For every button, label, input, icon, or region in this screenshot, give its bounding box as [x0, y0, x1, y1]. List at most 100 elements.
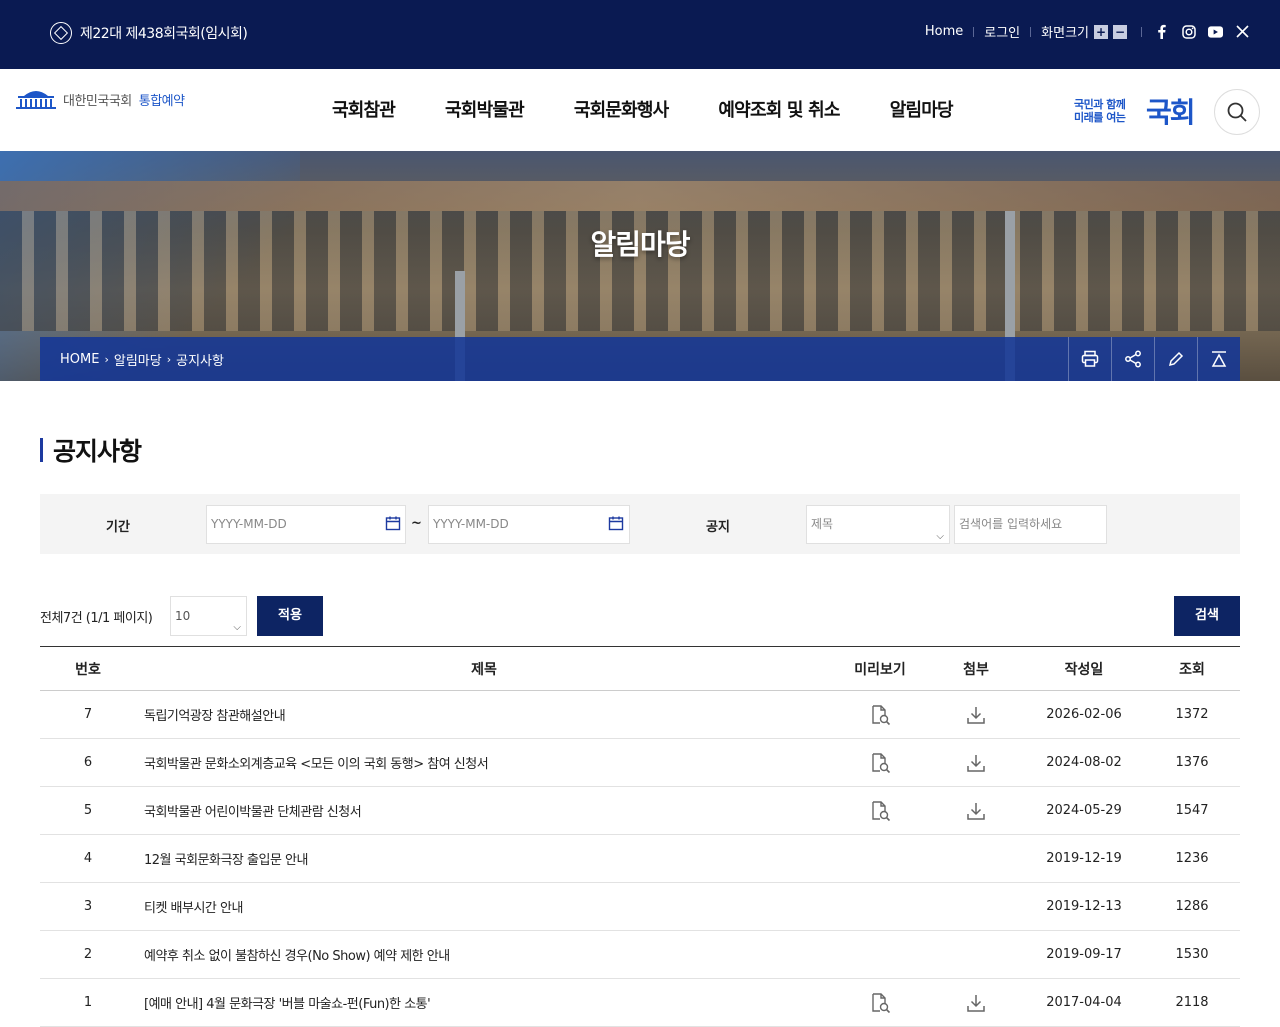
- preview-icon[interactable]: [869, 800, 891, 822]
- row-title-link[interactable]: 국회박물관 어린이박물관 단체관람 신청서: [136, 786, 832, 835]
- header-date: 작성일: [1024, 646, 1144, 691]
- row-number: 7: [40, 690, 136, 739]
- row-attachment-cell: [928, 882, 1024, 931]
- logo-subtext: 통합예약: [138, 93, 185, 109]
- page-size-value: 10: [175, 609, 191, 623]
- row-views: 1286: [1144, 882, 1240, 931]
- header-title: 제목: [136, 646, 832, 691]
- row-number: 3: [40, 882, 136, 931]
- breadcrumb-notice-board[interactable]: 알림마당: [114, 350, 162, 369]
- zoom-out-button[interactable]: −: [1113, 24, 1127, 39]
- page-size-select[interactable]: 10 ⌵: [170, 596, 247, 636]
- row-preview-cell: [832, 930, 928, 979]
- utility-links: Home 로그인 화면크기 + −: [915, 22, 1250, 41]
- print-button[interactable]: [1068, 337, 1111, 381]
- row-title-link[interactable]: 독립기억광장 참관해설안내: [136, 690, 832, 739]
- global-nav: 국회참관 국회박물관 국회문화행사 예약조회 및 취소 알림마당: [308, 96, 1003, 122]
- search-type-select[interactable]: 제목 ⌵: [806, 505, 950, 544]
- end-date-input[interactable]: YYYY-MM-DD: [428, 505, 630, 544]
- table-header-row: 번호 제목 미리보기 첨부 작성일 조회: [40, 646, 1240, 691]
- logo-text: 대한민국국회: [63, 93, 132, 109]
- youtube-icon[interactable]: [1208, 24, 1223, 39]
- facebook-icon[interactable]: [1154, 24, 1169, 39]
- zoom-in-button[interactable]: +: [1094, 24, 1108, 39]
- preview-icon[interactable]: [869, 752, 891, 774]
- row-attachment-cell: [928, 930, 1024, 979]
- edit-button[interactable]: [1154, 337, 1197, 381]
- row-title-link[interactable]: 12월 국회문화극장 출입문 안내: [136, 834, 832, 883]
- download-icon[interactable]: [965, 992, 987, 1014]
- row-number: 5: [40, 786, 136, 835]
- nav-item-tour[interactable]: 국회참관: [332, 96, 396, 122]
- hero-roof: [0, 181, 1280, 211]
- search-submit-button[interactable]: 검색: [1174, 596, 1240, 636]
- row-title-link[interactable]: 국회박물관 문화소외계층교육 <모든 이의 국회 동행> 참여 신청서: [136, 738, 832, 787]
- nav-item-museum[interactable]: 국회박물관: [445, 96, 525, 122]
- row-number: 4: [40, 834, 136, 883]
- row-date: 2026-02-06: [1024, 690, 1144, 739]
- calendar-icon[interactable]: [608, 515, 624, 531]
- chevron-right-icon: ›: [104, 353, 109, 366]
- row-preview-cell: [832, 834, 928, 883]
- preview-icon[interactable]: [869, 992, 891, 1014]
- table-row: 5 국회박물관 어린이박물관 단체관람 신청서 2024-05-29 1547: [40, 786, 1240, 835]
- breadcrumb-bar: HOME › 알림마당 › 공지사항: [40, 337, 1240, 381]
- chevron-down-icon: ⌵: [936, 531, 944, 542]
- row-preview-cell: [832, 738, 928, 787]
- period-label: 기간: [106, 520, 130, 535]
- top-utility-bar: 제22대 제438회국회(임시회) Home 로그인 화면크기 + −: [0, 0, 1280, 69]
- home-link[interactable]: Home: [915, 24, 973, 39]
- font-size-label: 화면크기: [1041, 26, 1089, 41]
- download-icon[interactable]: [965, 704, 987, 726]
- row-date: 2017-04-04: [1024, 978, 1144, 1027]
- assembly-emblem-icon: [50, 22, 72, 44]
- nav-item-culture-events[interactable]: 국회문화행사: [574, 96, 669, 122]
- table-row: 1 [예매 안내] 4월 문화극장 '버블 마술쇼-펀(Fun)한 소통' 20…: [40, 978, 1240, 1027]
- breadcrumb-home[interactable]: HOME: [60, 352, 99, 367]
- page-tools: [1068, 337, 1240, 381]
- instagram-icon[interactable]: [1181, 24, 1196, 39]
- row-attachment-cell: [928, 786, 1024, 835]
- share-button[interactable]: [1111, 337, 1154, 381]
- assembly-building-icon: [16, 91, 56, 109]
- row-attachment-cell: [928, 978, 1024, 1027]
- nav-item-reservation-lookup[interactable]: 예약조회 및 취소: [718, 96, 840, 122]
- row-date: 2019-12-19: [1024, 834, 1144, 883]
- calendar-icon[interactable]: [385, 515, 401, 531]
- row-attachment-cell: [928, 690, 1024, 739]
- nav-item-notice-board[interactable]: 알림마당: [890, 96, 954, 122]
- row-title-link[interactable]: 티켓 배부시간 안내: [136, 882, 832, 931]
- download-icon[interactable]: [965, 800, 987, 822]
- header-attachment: 첨부: [928, 646, 1024, 691]
- row-title-link[interactable]: [예매 안내] 4월 문화극장 '버블 마술쇼-펀(Fun)한 소통': [136, 978, 832, 1027]
- slogan-line-1: 국민과 함께: [1074, 98, 1126, 111]
- page-title-text: 공지사항: [53, 437, 142, 466]
- search-button[interactable]: [1214, 89, 1260, 135]
- row-date: 2024-05-29: [1024, 786, 1144, 835]
- start-date-input[interactable]: YYYY-MM-DD: [206, 505, 406, 544]
- scroll-top-button[interactable]: [1197, 337, 1240, 381]
- hero-banner: 알림마당 HOME › 알림마당 › 공지사항: [0, 151, 1280, 381]
- download-icon[interactable]: [965, 752, 987, 774]
- row-number: 1: [40, 978, 136, 1027]
- site-logo[interactable]: 대한민국국회 통합예약: [16, 88, 185, 110]
- divider: [1141, 26, 1142, 37]
- print-icon: [1081, 350, 1099, 367]
- arrow-top-icon: [1211, 351, 1227, 367]
- slogan-big: 국회: [1146, 96, 1196, 129]
- row-title-link[interactable]: 예약후 취소 없이 불참하신 경우(No Show) 예약 제한 안내: [136, 930, 832, 979]
- login-link[interactable]: 로그인: [974, 22, 1030, 41]
- main-header: 대한민국국회 통합예약 국회참관 국회박물관 국회문화행사 예약조회 및 취소 …: [0, 69, 1280, 151]
- share-icon: [1125, 350, 1141, 368]
- slogan-line-2: 미래를 여는: [1074, 111, 1126, 124]
- row-date: 2019-12-13: [1024, 882, 1144, 931]
- apply-button[interactable]: 적용: [257, 596, 323, 636]
- page-title: 공지사항: [40, 432, 142, 468]
- row-preview-cell: [832, 882, 928, 931]
- x-twitter-icon[interactable]: [1235, 24, 1250, 39]
- row-views: 1547: [1144, 786, 1240, 835]
- list-controls: 전체7건 (1/1 페이지) 10 ⌵ 적용 검색: [40, 596, 1240, 636]
- keyword-input[interactable]: 검색어를 입력하세요: [954, 505, 1107, 544]
- pencil-icon: [1168, 351, 1184, 367]
- preview-icon[interactable]: [869, 704, 891, 726]
